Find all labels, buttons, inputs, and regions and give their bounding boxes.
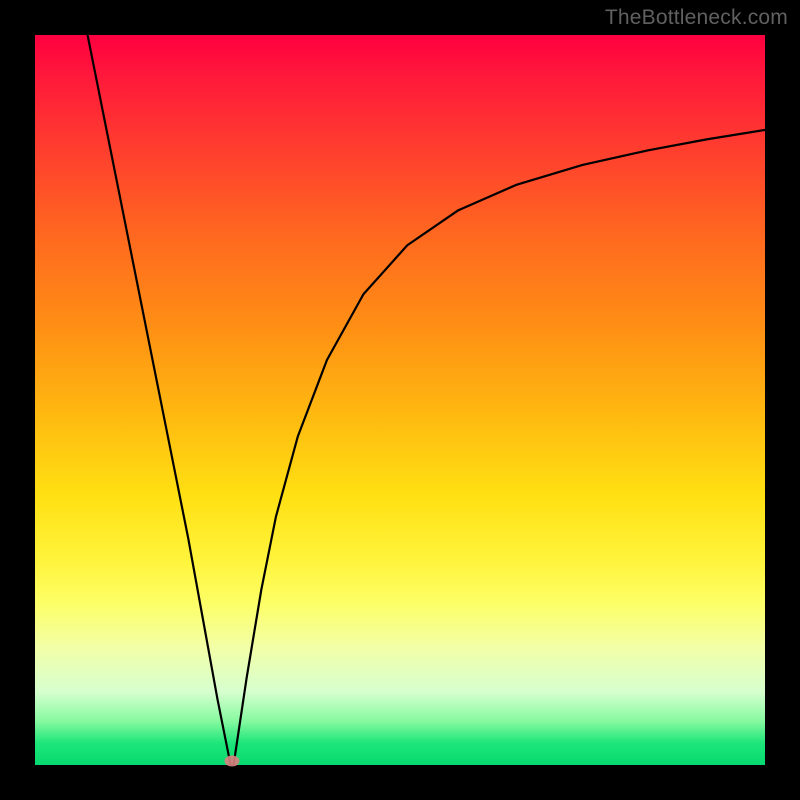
vertex-marker [225,755,240,766]
bottleneck-curve [35,35,765,765]
curve-path [88,35,765,765]
chart-frame: TheBottleneck.com [0,0,800,800]
watermark-text: TheBottleneck.com [605,6,788,30]
plot-area [35,35,765,765]
